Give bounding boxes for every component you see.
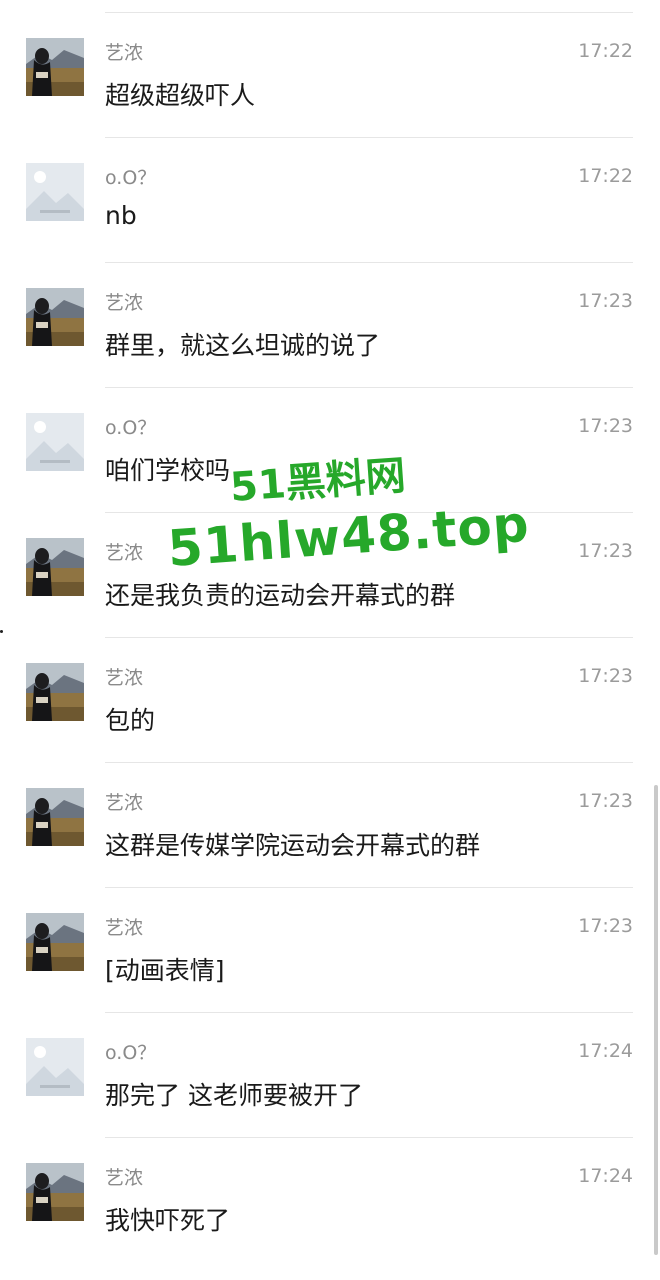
message-item[interactable]: 艺浓 17:23 [动画表情] <box>0 887 660 1012</box>
message-text[interactable]: 这群是传媒学院运动会开幕式的群 <box>105 826 480 862</box>
placeholder-avatar-icon <box>26 163 84 221</box>
message-item[interactable]: 艺浓 17:23 群里，就这么坦诚的说了 <box>0 262 660 387</box>
message-time: 17:23 <box>578 540 633 562</box>
placeholder-avatar-icon <box>26 413 84 471</box>
message-item[interactable]: 艺浓 17:23 包的 <box>0 637 660 762</box>
landscape-avatar-icon <box>26 913 84 971</box>
sender-name: 艺浓 <box>105 1167 144 1189</box>
message-text[interactable]: 那完了 这老师要被开了 <box>105 1076 363 1112</box>
message-text[interactable]: [动画表情] <box>105 951 225 987</box>
avatar[interactable] <box>26 413 84 471</box>
message-item[interactable]: 艺浓 17:23 这群是传媒学院运动会开幕式的群 <box>0 762 660 887</box>
sender-name: 艺浓 <box>105 792 144 814</box>
avatar[interactable] <box>26 163 84 221</box>
message-text[interactable]: 超级超级吓人 <box>105 76 255 112</box>
sender-name: o.O？ <box>105 167 157 189</box>
landscape-avatar-icon <box>26 38 84 96</box>
sender-name: o.O？ <box>105 1042 157 1064</box>
placeholder-avatar-icon <box>26 1038 84 1096</box>
message-text[interactable]: 我快吓死了 <box>105 1201 230 1237</box>
avatar[interactable] <box>26 1038 84 1096</box>
watermark-site-name: 51黑料网 <box>228 452 408 511</box>
avatar[interactable] <box>26 538 84 596</box>
sender-name: 艺浓 <box>105 42 144 64</box>
message-text[interactable]: 群里，就这么坦诚的说了 <box>105 326 380 362</box>
message-item[interactable]: 艺浓 17:22 超级超级吓人 <box>0 12 660 137</box>
landscape-avatar-icon <box>26 288 84 346</box>
sender-name: 艺浓 <box>105 542 144 564</box>
chat-message-list: 艺浓 17:22 超级超级吓人 o.O？ 17:22 nb 艺浓 17:23 群… <box>0 12 660 1262</box>
avatar[interactable] <box>26 663 84 721</box>
message-item[interactable]: 艺浓 17:24 我快吓死了 <box>0 1137 660 1262</box>
message-time: 17:23 <box>578 665 633 687</box>
sender-name: 艺浓 <box>105 917 144 939</box>
message-time: 17:22 <box>578 165 633 187</box>
message-text[interactable]: 包的 <box>105 701 155 737</box>
avatar[interactable] <box>26 788 84 846</box>
sender-name: 艺浓 <box>105 292 144 314</box>
message-text[interactable]: 咱们学校吗 <box>105 451 230 487</box>
message-time: 17:23 <box>578 915 633 937</box>
avatar[interactable] <box>26 288 84 346</box>
message-time: 17:23 <box>578 415 633 437</box>
avatar[interactable] <box>26 38 84 96</box>
stray-dot <box>0 630 3 633</box>
avatar[interactable] <box>26 1163 84 1221</box>
message-item[interactable]: o.O？ 17:22 nb <box>0 137 660 262</box>
landscape-avatar-icon <box>26 1163 84 1221</box>
landscape-avatar-icon <box>26 788 84 846</box>
sender-name: 艺浓 <box>105 667 144 689</box>
message-time: 17:23 <box>578 790 633 812</box>
landscape-avatar-icon <box>26 538 84 596</box>
message-text[interactable]: nb <box>105 201 137 230</box>
message-item[interactable]: o.O？ 17:24 那完了 这老师要被开了 <box>0 1012 660 1137</box>
scrollbar[interactable] <box>654 785 658 1255</box>
message-time: 17:24 <box>578 1165 633 1187</box>
avatar[interactable] <box>26 913 84 971</box>
message-time: 17:23 <box>578 290 633 312</box>
message-time: 17:22 <box>578 40 633 62</box>
sender-name: o.O？ <box>105 417 157 439</box>
message-time: 17:24 <box>578 1040 633 1062</box>
landscape-avatar-icon <box>26 663 84 721</box>
message-text[interactable]: 还是我负责的运动会开幕式的群 <box>105 576 455 612</box>
